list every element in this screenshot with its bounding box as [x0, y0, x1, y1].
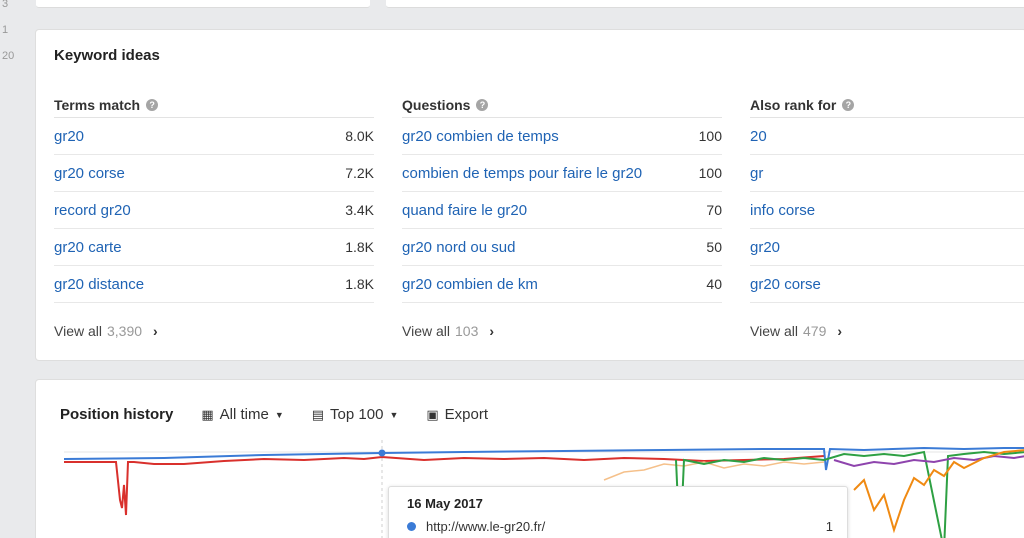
keyword-row: gr20 [750, 229, 1024, 266]
tooltip-url: http://www.le-gr20.fr/ [426, 519, 546, 534]
keyword-row: combien de temps pour faire le gr20 100 [402, 155, 722, 192]
questions-header: Questions ? [402, 84, 722, 118]
tooltip-position: 1 [825, 519, 833, 534]
questions-column: Questions ? gr20 combien de temps 100 co… [402, 84, 722, 339]
view-all-count: 3,390 [107, 323, 143, 339]
keyword-row: gr20 combien de km 40 [402, 266, 722, 303]
view-all-label: View all [750, 323, 798, 339]
keyword-volume: 70 [706, 202, 722, 218]
chart-tooltip: 16 May 2017 http://www.le-gr20.fr/ 1 [388, 486, 848, 538]
keyword-ideas-title: Keyword ideas [54, 47, 160, 64]
chevron-right-icon: › [837, 323, 843, 339]
keyword-row: quand faire le gr20 70 [402, 192, 722, 229]
keyword-link[interactable]: gr20 [54, 128, 84, 145]
chevron-right-icon: › [153, 323, 158, 339]
keyword-volume: 8.0K [345, 128, 374, 144]
caret-down-icon: ▼ [274, 409, 284, 420]
keyword-row: info corse [750, 192, 1024, 229]
calendar-icon: ▦ [201, 406, 214, 422]
keyword-volume: 40 [706, 276, 722, 292]
position-history-toolbar: Position history ▦ All time ▼ ▤ Top 100 … [60, 406, 488, 423]
series-blue-marker [378, 449, 386, 457]
keyword-link[interactable]: gr20 corse [54, 165, 125, 182]
view-all-count: 479 [803, 323, 827, 339]
keyword-row: gr20 distance 1.8K [54, 266, 374, 303]
series-color-dot [407, 522, 416, 531]
help-icon[interactable]: ? [146, 98, 159, 111]
keyword-link[interactable]: gr20 combien de km [402, 276, 538, 293]
keyword-volume: 3.4K [345, 202, 374, 218]
previous-card-left [36, 0, 370, 8]
keyword-volume: 7.2K [345, 165, 374, 181]
keyword-row: gr20 combien de temps 100 [402, 118, 722, 155]
keyword-link[interactable]: gr20 combien de temps [402, 128, 559, 145]
keyword-row: gr20 8.0K [54, 118, 374, 155]
keyword-row: gr20 corse [750, 266, 1024, 303]
keyword-link[interactable]: quand faire le gr20 [402, 202, 527, 219]
keyword-link[interactable]: combien de temps pour faire le gr20 [402, 165, 642, 182]
time-range-dropdown[interactable]: ▦ All time ▼ [201, 406, 283, 423]
left-gutter: 3 1 20 [0, 0, 28, 538]
gutter-number: 1 [2, 24, 9, 36]
view-all-link[interactable]: View all 479 › [750, 323, 1024, 339]
series-purple [833, 454, 1024, 468]
column-header-label: Terms match [54, 96, 141, 113]
keyword-link[interactable]: gr [750, 165, 763, 182]
keyword-link[interactable]: record gr20 [54, 202, 131, 219]
series-light-orange [603, 461, 825, 481]
view-all-label: View all [402, 323, 450, 339]
keyword-link[interactable]: gr20 distance [54, 276, 144, 293]
gutter-number: 3 [2, 0, 9, 10]
keyword-row: gr20 carte 1.8K [54, 229, 374, 266]
terms-match-column: Terms match ? gr20 8.0K gr20 corse 7.2K … [54, 84, 374, 339]
terms-match-header: Terms match ? [54, 84, 374, 118]
top-filter-dropdown[interactable]: ▤ Top 100 ▼ [312, 406, 399, 423]
keyword-ideas-card: Keyword ideas Terms match ? gr20 8.0K gr… [36, 30, 1024, 360]
gutter-number: 20 [2, 50, 15, 62]
position-history-title: Position history [60, 406, 174, 423]
keyword-volume: 50 [706, 239, 722, 255]
keyword-row: gr20 corse 7.2K [54, 155, 374, 192]
also-rank-for-header: Also rank for ? [750, 84, 1024, 118]
chevron-right-icon: › [489, 323, 495, 339]
caret-down-icon: ▼ [389, 409, 399, 420]
help-icon[interactable]: ? [476, 98, 489, 111]
view-all-link[interactable]: View all 3,390 › [54, 323, 374, 339]
keyword-row: 20 [750, 118, 1024, 155]
keyword-volume: 100 [698, 165, 722, 181]
keyword-row: record gr20 3.4K [54, 192, 374, 229]
keyword-link[interactable]: 20 [750, 128, 767, 145]
keyword-link[interactable]: gr20 [750, 239, 780, 256]
tooltip-date: 16 May 2017 [407, 496, 483, 511]
keyword-link[interactable]: gr20 carte [54, 239, 122, 256]
export-icon: ▣ [426, 406, 439, 422]
view-all-count: 103 [455, 323, 479, 339]
view-all-link[interactable]: View all 103 › [402, 323, 722, 339]
time-range-label: All time [219, 406, 269, 423]
help-icon[interactable]: ? [842, 98, 855, 111]
column-header-label: Also rank for [750, 96, 837, 113]
also-rank-for-column: Also rank for ? 20 gr info corse gr20 gr… [750, 84, 1024, 339]
keyword-link[interactable]: gr20 corse [750, 276, 821, 293]
keyword-link[interactable]: gr20 nord ou sud [402, 239, 515, 256]
table-icon: ▤ [311, 406, 325, 422]
keyword-volume: 1.8K [345, 239, 374, 255]
top-filter-label: Top 100 [330, 406, 384, 423]
tooltip-row: http://www.le-gr20.fr/ 1 [407, 519, 847, 534]
keyword-volume: 100 [698, 128, 722, 144]
keyword-row: gr20 nord ou sud 50 [402, 229, 722, 266]
column-header-label: Questions [402, 96, 471, 113]
export-button[interactable]: ▣ Export [426, 406, 488, 423]
keyword-link[interactable]: info corse [750, 202, 815, 219]
view-all-label: View all [54, 323, 102, 339]
keyword-volume: 1.8K [345, 276, 374, 292]
keyword-row: gr [750, 155, 1024, 192]
previous-card-right [386, 0, 1024, 8]
export-label: Export [444, 406, 489, 423]
